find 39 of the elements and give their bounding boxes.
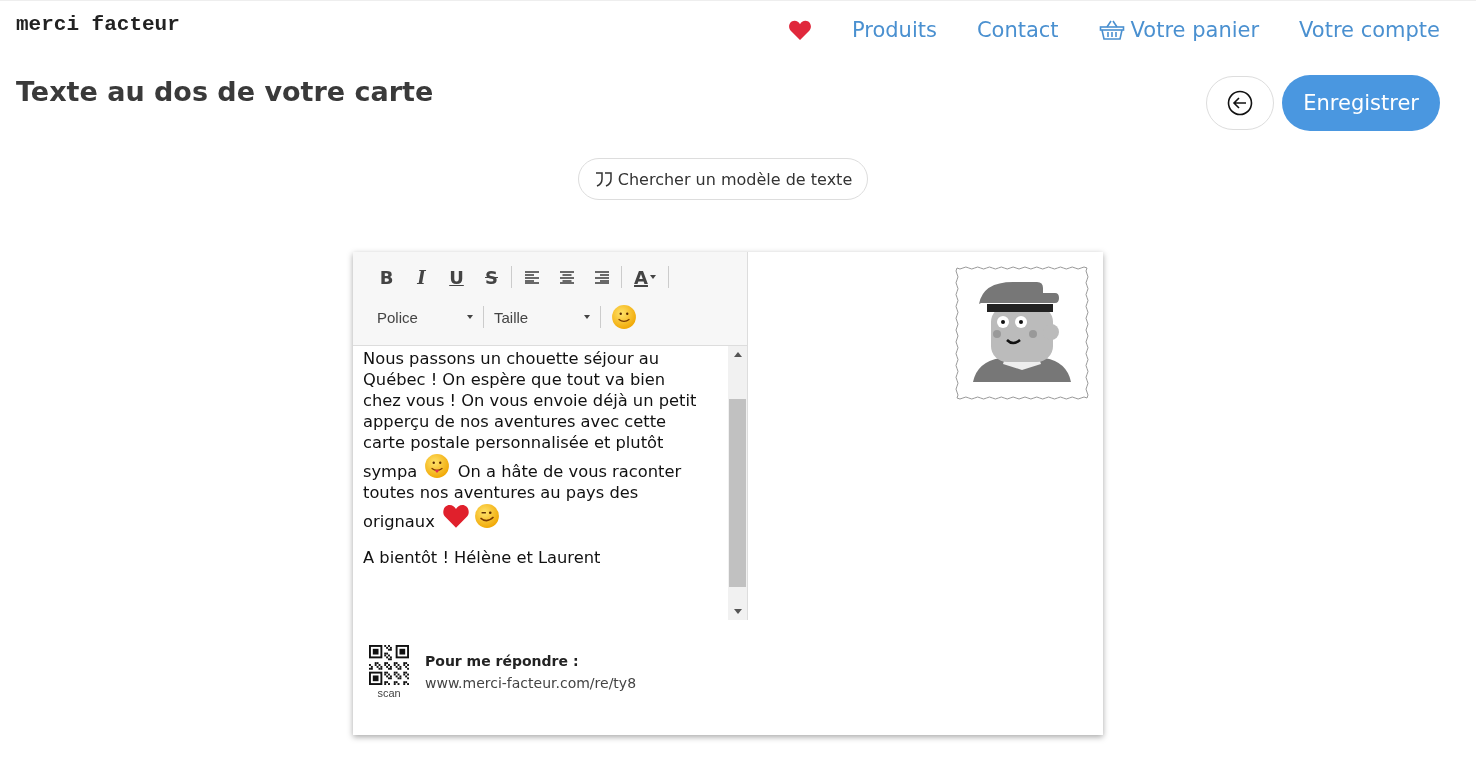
- align-right-icon: [593, 270, 610, 284]
- scroll-down-icon[interactable]: [733, 609, 742, 614]
- message-text: Québec ! On espère que tout va bien: [363, 369, 666, 389]
- message-text: chez vous ! On vous envoie déjà un petit: [363, 390, 697, 410]
- bold-button[interactable]: B: [369, 263, 404, 291]
- message-text: A bientôt ! Hélène et Laurent: [363, 547, 601, 567]
- back-button[interactable]: [1206, 76, 1275, 130]
- qr-caption: scan: [377, 686, 401, 699]
- page-title: Texte au dos de votre carte: [16, 75, 434, 107]
- basket-icon: [1098, 19, 1125, 41]
- scrollbar[interactable]: [728, 345, 747, 620]
- tongue-emoji-icon: [424, 452, 451, 479]
- font-dropdown[interactable]: Police: [369, 303, 481, 331]
- reply-label: Pour me répondre :: [425, 652, 580, 669]
- message-text: orignaux: [363, 511, 435, 531]
- size-dropdown[interactable]: Taille: [486, 303, 598, 331]
- italic-button[interactable]: I: [404, 263, 439, 291]
- qr-code-icon: [369, 644, 409, 685]
- site-logo[interactable]: merci facteur: [16, 13, 180, 36]
- template-search-button[interactable]: Chercher un modèle de texte: [577, 158, 869, 200]
- strikethrough-button[interactable]: S: [474, 263, 509, 291]
- heart-icon[interactable]: [787, 19, 812, 41]
- message-text: apperçu de nos aventures avec cette: [363, 411, 667, 431]
- wink-emoji-icon: [473, 502, 500, 529]
- message-text: On a hâte de vous raconter: [457, 461, 682, 481]
- message-text: toutes nos aventures au pays des: [363, 482, 639, 502]
- align-left-icon: [523, 270, 540, 284]
- scrollbar-thumb[interactable]: [729, 398, 746, 587]
- smiley-icon: [611, 304, 637, 330]
- align-center-icon: [558, 270, 575, 284]
- heart-emoji-icon: [441, 502, 470, 529]
- text-color-button[interactable]: A: [624, 263, 666, 291]
- reply-url: www.merci-facteur.com/re/ty8: [425, 674, 637, 691]
- message-text: Nous passons un chouette séjour au: [363, 348, 660, 368]
- message-text: sympa: [363, 461, 418, 481]
- message-text: carte postale personnalisée et plutôt: [363, 432, 664, 452]
- quote-icon: [593, 171, 614, 187]
- scroll-up-icon[interactable]: [733, 351, 742, 357]
- underline-button[interactable]: U: [439, 263, 474, 291]
